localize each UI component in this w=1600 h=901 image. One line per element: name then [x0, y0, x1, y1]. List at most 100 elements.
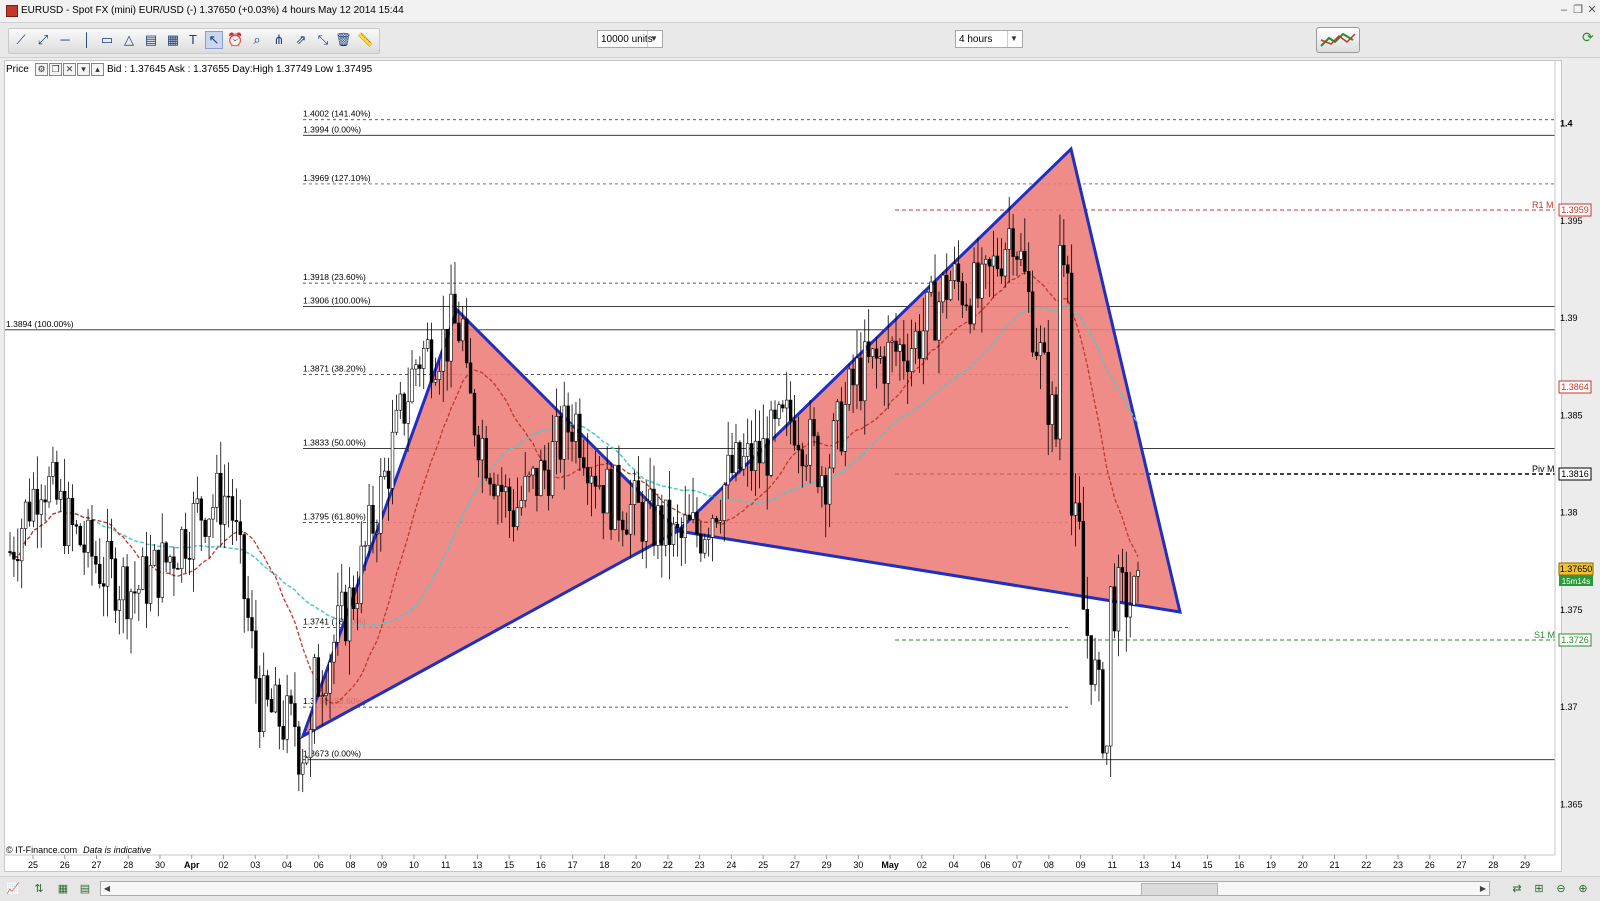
zoom-in-icon[interactable]: ⊕: [1576, 882, 1590, 896]
candle-body: [546, 469, 551, 496]
date-tick-label: 26: [1425, 860, 1435, 870]
candle-body: [410, 368, 414, 403]
candle-body: [191, 503, 196, 560]
date-tick-label: 09: [377, 860, 387, 870]
candle-body: [277, 684, 282, 727]
candle-body: [371, 504, 375, 534]
candle-body: [382, 470, 387, 477]
candle-body: [246, 598, 250, 618]
candle-body: [453, 293, 457, 324]
date-tick-label: 15: [504, 860, 514, 870]
candle-body: [1093, 659, 1097, 685]
candle-body: [948, 280, 953, 300]
date-tick-label: 27: [91, 860, 101, 870]
candle-body: [472, 392, 477, 436]
candle-body: [203, 519, 207, 537]
candle-body: [636, 480, 641, 503]
candle-body: [367, 504, 371, 546]
candle-body: [909, 348, 914, 372]
candle-body: [781, 404, 785, 409]
candle-body: [562, 405, 566, 460]
candle-body: [242, 534, 246, 599]
candle-body: [972, 262, 976, 325]
candle-body: [718, 520, 723, 523]
candle-body: [281, 725, 285, 740]
candle-body: [585, 467, 590, 484]
date-tick-label: 21: [1330, 860, 1340, 870]
candle-body: [710, 518, 715, 538]
candle-body: [425, 339, 430, 349]
candle-body: [133, 591, 137, 594]
candle-body: [117, 599, 121, 611]
candle-body: [90, 519, 94, 557]
date-tick-label: 22: [1361, 860, 1371, 870]
candle-body: [195, 498, 200, 504]
candle-body: [574, 413, 578, 442]
scroll-right-icon[interactable]: ▶: [1477, 882, 1489, 895]
candle-body: [375, 532, 379, 535]
candle-body: [1124, 572, 1128, 618]
pattern-triangle-bcd[interactable]: [674, 146, 1182, 614]
candle-body: [1136, 570, 1140, 577]
fib-level-label: 1.3918 (23.60%): [303, 272, 366, 282]
candle-body: [929, 281, 933, 293]
candle-body: [890, 340, 894, 343]
scroll-left-icon[interactable]: ◀: [101, 882, 113, 895]
candle-body: [515, 507, 520, 527]
candle-body: [176, 568, 180, 570]
candle-body: [168, 556, 172, 563]
zoom-fit-icon[interactable]: ⊞: [1532, 882, 1546, 896]
candle-body: [144, 556, 149, 604]
candle-body: [230, 496, 235, 521]
candle-body: [238, 521, 242, 535]
candle-body: [976, 262, 980, 299]
indicator-icon[interactable]: ⇅: [32, 882, 46, 896]
candle-body: [535, 467, 539, 496]
time-scrollbar[interactable]: ◀ ▶: [100, 881, 1490, 896]
zoom-out-icon[interactable]: ⊖: [1554, 882, 1568, 896]
candle-body: [78, 525, 82, 546]
chart-mode-icon[interactable]: ⇄: [1510, 882, 1524, 896]
candle-body: [617, 464, 621, 521]
date-tick-label: May: [881, 860, 899, 870]
candle-body: [1058, 245, 1062, 440]
candle-body: [753, 440, 758, 471]
date-tick-label: 13: [1139, 860, 1149, 870]
candle-body: [952, 263, 957, 281]
indicative-text: Data is indicative: [83, 845, 152, 855]
candle-body: [429, 339, 434, 383]
date-tick-label: 16: [1234, 860, 1244, 870]
candle-body: [664, 499, 668, 546]
candle-body: [644, 500, 648, 542]
candle-body: [414, 364, 418, 370]
settings-icon[interactable]: ▤: [78, 882, 92, 896]
scroll-thumb[interactable]: [1141, 883, 1218, 896]
candle-body: [859, 357, 863, 402]
candle-body: [308, 729, 313, 758]
candle-body: [757, 440, 762, 464]
candle-body: [211, 507, 215, 520]
copyright-text: © IT-Finance.com: [6, 845, 78, 855]
candle-body: [866, 341, 871, 357]
chart-type-icon[interactable]: 📈: [6, 882, 20, 896]
date-tick-label: Apr: [184, 860, 200, 870]
grid-icon[interactable]: ▦: [56, 882, 70, 896]
candle-body: [1042, 342, 1047, 353]
candle-body: [1034, 351, 1039, 357]
current-price-value: 1.37650: [1560, 564, 1593, 574]
candle-body: [687, 514, 691, 520]
candle-body: [1105, 745, 1109, 754]
candle-body: [1015, 256, 1019, 260]
s1-label: S1 M: [1534, 630, 1555, 640]
date-tick-label: 14: [1171, 860, 1181, 870]
candle-body: [492, 483, 496, 497]
date-tick-label: 24: [726, 860, 736, 870]
candle-body: [902, 344, 906, 362]
candle-body: [913, 330, 918, 349]
candle-body: [441, 329, 445, 372]
candle-body: [320, 695, 324, 697]
price-chart-svg: 1.4002 (141.40%) 1.3994 (0.00%) 1.3969 (12…: [4, 61, 1594, 870]
candle-body: [1097, 659, 1101, 670]
date-tick-label: 06: [980, 860, 990, 870]
candle-body: [1112, 586, 1117, 632]
